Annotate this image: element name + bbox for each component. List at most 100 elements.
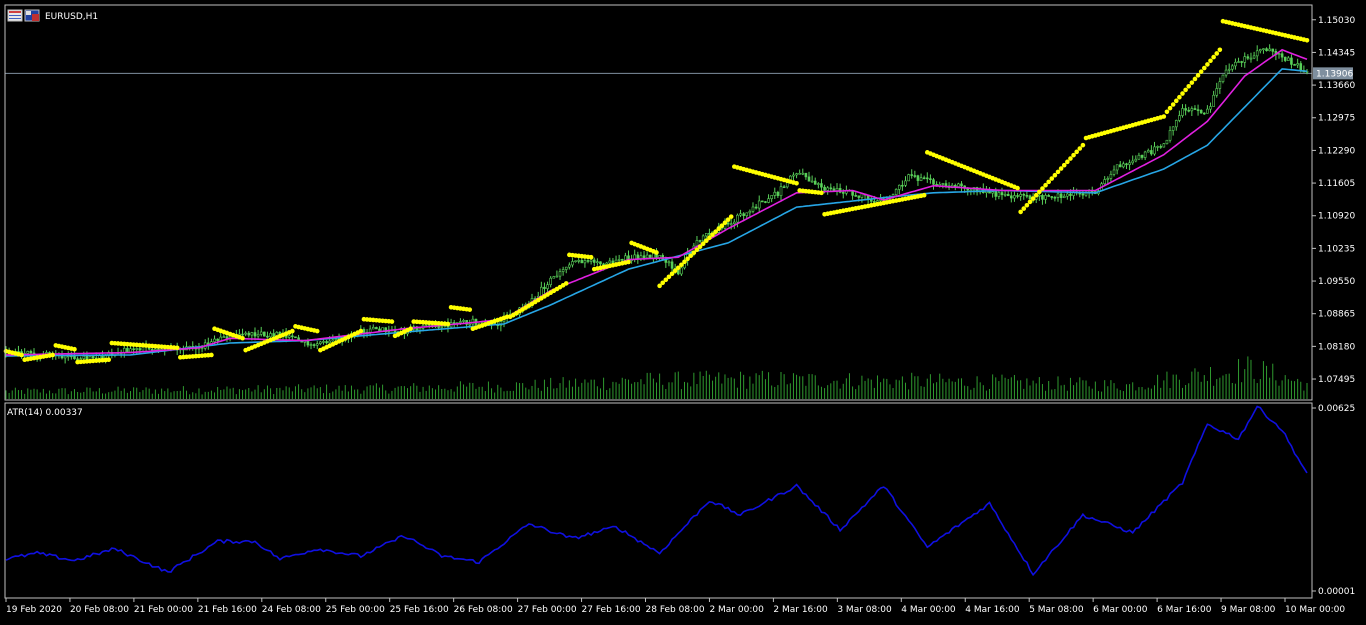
candle-body bbox=[817, 183, 820, 185]
sar-dot bbox=[1214, 51, 1220, 56]
candle-body bbox=[1174, 120, 1178, 128]
candle-body bbox=[309, 344, 313, 346]
candle-body bbox=[648, 254, 652, 259]
candle-body bbox=[1137, 154, 1141, 160]
candle-body bbox=[1252, 55, 1256, 59]
symbol-label: EURUSD,H1 bbox=[45, 12, 98, 22]
sar-dot bbox=[921, 192, 927, 198]
candle-body bbox=[1196, 109, 1200, 111]
candle-body bbox=[761, 200, 764, 203]
price-tick-label: 1.08865 bbox=[1318, 310, 1355, 320]
candle-body bbox=[829, 187, 833, 190]
candle-body bbox=[440, 326, 444, 328]
candle-body bbox=[1184, 108, 1187, 111]
time-tick-label: 26 Feb 08:00 bbox=[454, 605, 513, 615]
candle-body bbox=[1209, 106, 1212, 110]
candle-body bbox=[312, 344, 316, 346]
candle-body bbox=[792, 174, 795, 177]
candle-body bbox=[1047, 195, 1050, 197]
candle-body bbox=[1265, 48, 1268, 52]
price-tick-label: 1.08180 bbox=[1318, 342, 1355, 352]
candle-body bbox=[586, 260, 590, 262]
candle-body bbox=[543, 286, 546, 289]
candle-body bbox=[580, 260, 584, 264]
flag-icon bbox=[24, 9, 40, 22]
candle-body bbox=[1237, 61, 1240, 63]
candle-body bbox=[873, 201, 876, 203]
sar-dot bbox=[1211, 54, 1216, 60]
candle-body bbox=[1293, 64, 1296, 66]
time-tick-label: 9 Mar 08:00 bbox=[1221, 605, 1276, 615]
candle-body bbox=[1159, 146, 1163, 148]
candle-body bbox=[540, 286, 543, 297]
candle-body bbox=[272, 333, 275, 337]
candle-body bbox=[813, 180, 817, 185]
sar-dot bbox=[1164, 109, 1170, 115]
candle-body bbox=[1038, 194, 1041, 197]
candle-body bbox=[913, 175, 917, 177]
sar-dot bbox=[1170, 102, 1176, 107]
candle-body bbox=[328, 340, 331, 344]
candle-body bbox=[596, 261, 599, 264]
candle-body bbox=[801, 172, 805, 175]
sar-dot bbox=[1173, 98, 1179, 104]
candle-body bbox=[810, 180, 814, 183]
candle-body bbox=[736, 214, 739, 223]
candle-body bbox=[1162, 143, 1166, 148]
candle-body bbox=[773, 191, 777, 196]
candle-body bbox=[1287, 57, 1290, 61]
candle-body bbox=[1268, 48, 1271, 52]
candle-body bbox=[733, 221, 736, 224]
candle-body bbox=[960, 183, 963, 187]
candle-body bbox=[910, 174, 914, 176]
candle-body bbox=[63, 355, 67, 359]
candle-body bbox=[617, 259, 621, 261]
candle-body bbox=[1234, 61, 1237, 67]
candle-body bbox=[549, 277, 552, 286]
candle-body bbox=[795, 173, 798, 176]
candle-body bbox=[841, 192, 845, 194]
candle-body bbox=[901, 184, 904, 187]
candle-body bbox=[253, 332, 257, 337]
candle-body bbox=[667, 261, 671, 264]
sar-dot bbox=[290, 328, 295, 334]
candle-body bbox=[1112, 169, 1116, 175]
candle-body bbox=[216, 338, 219, 341]
candle-body bbox=[132, 348, 135, 351]
candle-body bbox=[1199, 109, 1203, 114]
candle-body bbox=[807, 176, 811, 182]
symbol-header: EURUSD,H1 bbox=[7, 9, 98, 22]
candle-body bbox=[764, 201, 767, 203]
chart-type-icon[interactable] bbox=[7, 9, 23, 22]
sar-dot bbox=[1080, 142, 1086, 148]
candle-body bbox=[1168, 130, 1172, 141]
candle-body bbox=[1069, 193, 1072, 196]
candle-body bbox=[1013, 195, 1016, 199]
sar-dot bbox=[819, 190, 824, 196]
price-tick-label: 1.13660 bbox=[1318, 81, 1355, 91]
candle-body bbox=[306, 341, 310, 346]
sar-dot bbox=[1205, 62, 1210, 67]
sar-dot bbox=[314, 328, 320, 334]
candle-body bbox=[1000, 192, 1004, 196]
candle-body bbox=[701, 235, 705, 242]
candle-body bbox=[779, 186, 783, 196]
price-tick-label: 1.11605 bbox=[1318, 179, 1355, 189]
candle-body bbox=[568, 264, 571, 268]
candle-body bbox=[876, 200, 879, 203]
candle-body bbox=[154, 348, 157, 351]
candle-body bbox=[315, 343, 319, 346]
candle-body bbox=[583, 260, 587, 264]
time-tick-label: 4 Mar 00:00 bbox=[901, 605, 956, 615]
candle-body bbox=[708, 233, 711, 235]
candle-body bbox=[854, 195, 857, 197]
candle-body bbox=[378, 328, 381, 332]
candle-body bbox=[222, 336, 226, 338]
time-tick-label: 2 Mar 16:00 bbox=[773, 605, 828, 615]
candle-body bbox=[244, 332, 247, 335]
candle-body bbox=[916, 175, 920, 181]
candle-body bbox=[1131, 160, 1135, 164]
candle-body bbox=[748, 210, 752, 214]
time-tick-label: 6 Mar 00:00 bbox=[1093, 605, 1148, 615]
sar-dot bbox=[1208, 58, 1213, 64]
